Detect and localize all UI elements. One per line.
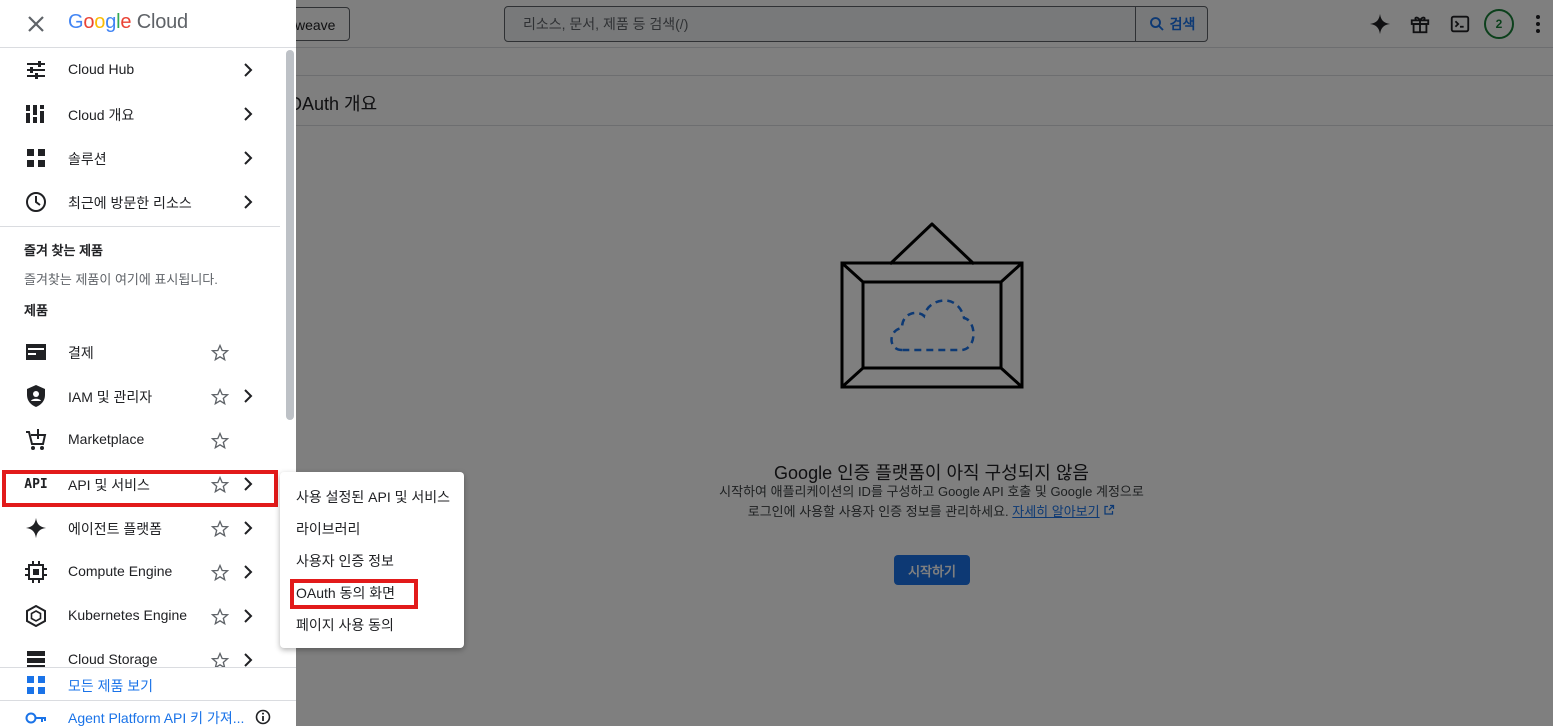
close-drawer-button[interactable] bbox=[22, 10, 50, 38]
chevron-right-icon bbox=[244, 107, 253, 121]
nav-item-cloud-overview[interactable]: Cloud 개요 bbox=[0, 92, 286, 136]
nav-item-solutions[interactable]: 솔루션 bbox=[0, 136, 286, 180]
nav-item-label: IAM 및 관리자 bbox=[68, 389, 153, 405]
shield-icon bbox=[24, 384, 48, 408]
submenu-item-enabled-apis[interactable]: 사용 설정된 API 및 서비스 bbox=[296, 487, 450, 507]
dashboard-icon bbox=[24, 102, 48, 126]
navigation-drawer: Google Cloud Cloud Hub Cloud 개요 솔루션 최근에 … bbox=[0, 0, 296, 726]
agent-platform-api-key-link[interactable]: Agent Platform API 키 가져... bbox=[68, 708, 244, 726]
nav-item-agent-platform[interactable]: 에이전트 플랫폼 bbox=[0, 506, 286, 550]
nav-item-recent-resources[interactable]: 최근에 방문한 리소스 bbox=[0, 180, 286, 224]
cart-icon bbox=[24, 428, 48, 452]
star-outline-icon[interactable] bbox=[210, 519, 230, 539]
nav-item-iam-admin[interactable]: IAM 및 관리자 bbox=[0, 374, 286, 418]
nav-item-label: 솔루션 bbox=[68, 151, 107, 167]
nav-item-label: 결제 bbox=[68, 345, 94, 361]
nav-item-billing[interactable]: 결제 bbox=[0, 330, 286, 374]
star-outline-icon[interactable] bbox=[210, 431, 230, 451]
star-outline-icon[interactable] bbox=[210, 387, 230, 407]
tune-icon bbox=[24, 58, 48, 82]
sparkle-icon bbox=[24, 516, 48, 540]
star-outline-icon[interactable] bbox=[210, 607, 230, 627]
chevron-right-icon bbox=[244, 63, 253, 77]
nav-item-kubernetes-engine[interactable]: Kubernetes Engine bbox=[0, 594, 286, 638]
nav-item-marketplace[interactable]: Marketplace bbox=[0, 418, 286, 462]
chevron-right-icon bbox=[244, 521, 253, 535]
nav-item-label: 최근에 방문한 리소스 bbox=[68, 195, 192, 211]
star-outline-icon[interactable] bbox=[210, 563, 230, 583]
key-icon bbox=[24, 706, 48, 726]
grid-icon bbox=[24, 146, 48, 170]
chevron-right-icon bbox=[244, 609, 253, 623]
chevron-right-icon bbox=[244, 151, 253, 165]
drawer-scrollbar[interactable] bbox=[286, 50, 294, 420]
submenu-item-library[interactable]: 라이브러리 bbox=[296, 519, 360, 539]
nav-item-label: Kubernetes Engine bbox=[68, 607, 188, 623]
nav-item-label: Marketplace bbox=[68, 431, 145, 447]
nav-item-label: Cloud Storage bbox=[68, 651, 158, 667]
drawer-header: Google Cloud bbox=[0, 0, 296, 48]
nav-item-label: Compute Engine bbox=[68, 563, 173, 579]
apps-grid-icon bbox=[24, 673, 48, 697]
drawer-footer: 모든 제품 보기 Agent Platform API 키 가져... bbox=[0, 667, 296, 726]
api-services-submenu: 사용 설정된 API 및 서비스 라이브러리 사용자 인증 정보 OAuth 동… bbox=[280, 472, 464, 648]
chip-icon bbox=[24, 560, 48, 584]
nav-item-compute-engine[interactable]: Compute Engine bbox=[0, 550, 286, 594]
drawer-divider bbox=[0, 226, 280, 227]
submenu-item-page-usage-agreement[interactable]: 페이지 사용 동의 bbox=[296, 615, 394, 635]
chevron-right-icon bbox=[244, 389, 253, 403]
billing-icon bbox=[24, 340, 48, 364]
chevron-right-icon bbox=[244, 565, 253, 579]
submenu-item-credentials[interactable]: 사용자 인증 정보 bbox=[296, 551, 394, 571]
nav-item-cloud-hub[interactable]: Cloud Hub bbox=[0, 48, 286, 92]
highlight-oauth-consent bbox=[290, 579, 418, 609]
google-cloud-logo[interactable]: Google Cloud bbox=[68, 11, 188, 34]
favorites-empty-text: 즐겨찾는 제품이 여기에 표시됩니다. bbox=[24, 272, 218, 287]
products-section-title: 제품 bbox=[24, 303, 48, 318]
favorites-section-title: 즐겨 찾는 제품 bbox=[24, 243, 103, 258]
clock-icon bbox=[24, 190, 48, 214]
nav-item-label: Cloud Hub bbox=[68, 61, 135, 77]
star-outline-icon[interactable] bbox=[210, 343, 230, 363]
footer-divider bbox=[0, 700, 296, 701]
close-icon bbox=[28, 16, 44, 32]
highlight-api-services bbox=[2, 470, 278, 507]
nav-item-label: 에이전트 플랫폼 bbox=[68, 521, 163, 537]
view-all-products-link[interactable]: 모든 제품 보기 bbox=[68, 676, 153, 696]
chevron-right-icon bbox=[244, 195, 253, 209]
kubernetes-icon bbox=[24, 604, 48, 628]
info-icon[interactable] bbox=[255, 709, 271, 725]
nav-item-label: Cloud 개요 bbox=[68, 107, 135, 123]
